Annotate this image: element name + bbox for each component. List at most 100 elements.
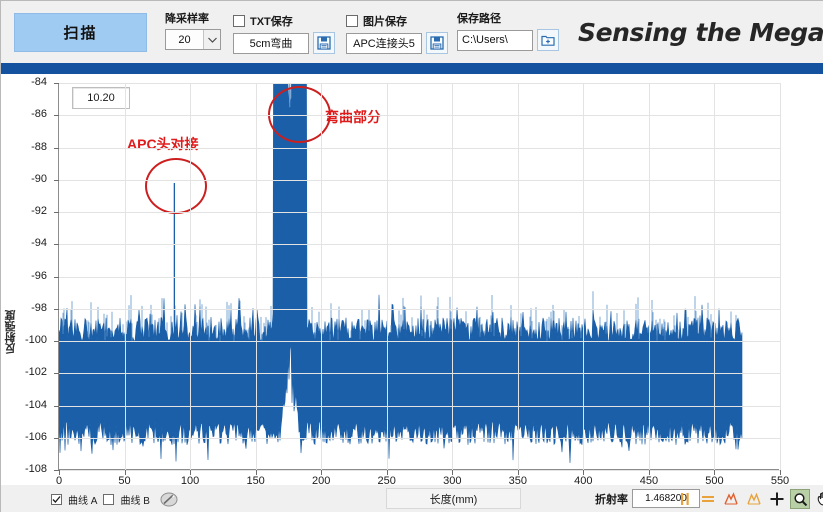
x-tick-mark: [583, 470, 585, 475]
x-gridline: [255, 83, 257, 470]
downsample-rate-group: 降采样率 20: [165, 13, 221, 50]
x-axis-label-text: 长度(mm): [429, 493, 478, 506]
save-path-input[interactable]: C:\Users\: [457, 29, 533, 51]
y-tick-label: -94: [31, 237, 47, 250]
image-filename-input[interactable]: APC连接头5: [346, 32, 422, 54]
y-gridline: [59, 373, 780, 375]
y-tick-label: -104: [24, 398, 47, 411]
y-gridline: [59, 115, 780, 117]
chevron-down-icon[interactable]: [203, 30, 220, 49]
save-path-label: 保存路径: [457, 13, 501, 25]
y-gridline: [59, 276, 780, 278]
y-tick-mark: [54, 147, 59, 149]
image-filename-value: APC连接头5: [353, 38, 415, 50]
x-tick-mark: [255, 470, 257, 475]
x-gridline: [452, 83, 454, 470]
scan-button[interactable]: 扫描: [14, 13, 147, 52]
refractive-index-label: 折射率: [595, 493, 628, 506]
curve-a-checkbox[interactable]: [51, 493, 62, 505]
y-tick-mark: [54, 212, 59, 213]
y-gridline: [59, 147, 780, 149]
annotation-label-apc: APC头对接: [127, 136, 199, 152]
txt-save-button[interactable]: [313, 32, 335, 54]
y-tick-label: -100: [24, 334, 47, 346]
y-gridline: [59, 212, 780, 213]
curve-b-checkbox[interactable]: [103, 493, 115, 505]
y-tick-label: -88: [31, 140, 47, 153]
zoom-peak-tool-icon[interactable]: [721, 489, 741, 509]
image-save-button[interactable]: [426, 32, 448, 54]
txt-filename-value: 5cm弯曲: [249, 38, 293, 50]
x-gridline: [714, 83, 716, 470]
image-save-checkbox[interactable]: [346, 15, 358, 27]
floppy-disk-icon: [430, 36, 444, 50]
y-tick-label: -108: [24, 463, 47, 475]
y-gridline: [59, 470, 780, 471]
image-save-label: 图片保存: [363, 16, 407, 28]
x-tick-mark: [780, 470, 781, 475]
x-tick-mark: [714, 470, 716, 475]
y-tick-label: -106: [24, 430, 47, 443]
horizontal-lines-tool-icon[interactable]: [698, 489, 718, 509]
y-tick-mark: [54, 308, 59, 310]
application-window: 扫描 降采样率 20 TXT保存 5cm弯曲 图片保存 APC连接头5 保存路径…: [0, 0, 823, 512]
x-gridline: [780, 83, 781, 470]
x-gridline: [386, 83, 388, 470]
save-path-browse-button[interactable]: [537, 29, 559, 51]
y-tick-label: -86: [31, 108, 47, 121]
curve-a-label: 曲线 A: [68, 495, 98, 507]
y-tick-mark: [54, 341, 59, 342]
y-tick-mark: [54, 373, 59, 375]
pan-hand-tool-icon[interactable]: [813, 489, 823, 509]
bottom-toolbar: 曲线 A 曲线 B 长度(mm) 折射率 1.468200: [1, 485, 823, 512]
txt-save-checkbox[interactable]: [233, 15, 245, 27]
y-tick-mark: [54, 244, 59, 246]
scan-button-label: 扫描: [63, 25, 98, 42]
y-tick-mark: [54, 276, 59, 278]
x-gridline: [648, 83, 650, 470]
y-gridline: [59, 244, 780, 246]
downsample-rate-value: 20: [178, 33, 191, 46]
save-path-value: C:\Users\: [462, 34, 508, 46]
x-tick-mark: [321, 470, 323, 475]
annotation-label-bend: 弯曲部分: [325, 109, 381, 125]
x-axis-label-box: 长度(mm): [386, 488, 521, 509]
y-gridline: [59, 405, 780, 407]
txt-filename-input[interactable]: 5cm弯曲: [233, 32, 309, 54]
y-tick-label: -98: [31, 301, 47, 314]
y-tick-label: -96: [31, 269, 47, 282]
cursor-value-text: 10.20: [87, 92, 115, 104]
downsample-rate-select[interactable]: 20: [165, 29, 221, 50]
y-gridline: [59, 179, 780, 181]
x-tick-mark: [517, 470, 519, 475]
x-gridline: [583, 83, 585, 470]
y-gridline: [59, 341, 780, 342]
folder-add-icon: [541, 35, 555, 46]
curve-b-label: 曲线 B: [120, 495, 150, 507]
y-tick-mark: [54, 179, 59, 181]
txt-save-group: TXT保存 5cm弯曲: [233, 13, 335, 54]
y-tick-mark: [54, 83, 59, 84]
zoom-magnifier-tool-icon[interactable]: [790, 489, 810, 509]
y-axis-label: 反射强度: [5, 310, 17, 354]
x-tick-mark: [59, 470, 60, 475]
downsample-rate-label: 降采样率: [165, 13, 209, 25]
y-tick-label: -92: [31, 205, 47, 217]
x-tick-mark: [190, 470, 192, 475]
y-gridline: [59, 308, 780, 310]
x-tick-mark: [648, 470, 650, 475]
peak-select-tool-icon[interactable]: [744, 489, 764, 509]
y-tick-label: -90: [31, 172, 47, 185]
y-gridline: [59, 437, 780, 439]
company-logo: Sensing the Mega: [572, 9, 823, 55]
plot-canvas[interactable]: 10.20 APC头对接 弯曲部分 -84 -86 -88 -90 -92 -94 -96 -…: [25, 76, 789, 487]
x-tick-mark: [386, 470, 388, 475]
company-logo-text: Sensing the Mega: [578, 17, 823, 47]
pen-tool-icon[interactable]: [159, 491, 179, 507]
x-gridline: [321, 83, 323, 470]
crosshair-tool-icon[interactable]: [767, 489, 787, 509]
header-accent-bar: [1, 63, 823, 74]
chart-area: 反射强度 10.20 APC头对接 弯曲部分 -84 -86 -88 -90 -92 -9…: [1, 74, 823, 487]
legend-group: 曲线 A 曲线 B: [51, 491, 179, 507]
cursor-tool-icon[interactable]: [675, 489, 695, 509]
